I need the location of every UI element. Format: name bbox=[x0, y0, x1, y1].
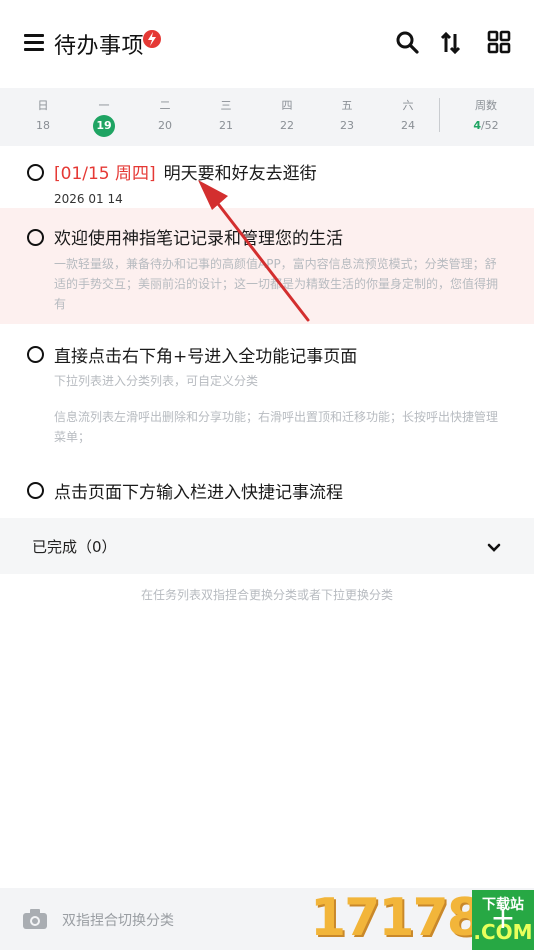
weekday-label: 二 bbox=[159, 99, 171, 112]
task-checkbox[interactable] bbox=[27, 482, 44, 499]
day-number: 22 bbox=[280, 119, 294, 132]
menu-icon[interactable] bbox=[24, 34, 44, 52]
hint-text: 在任务列表双指捏合更换分类或者下拉更换分类 bbox=[140, 588, 393, 602]
task-due-date: [01/15 周四] bbox=[54, 164, 156, 184]
weekday-label: 四 bbox=[281, 99, 293, 112]
weekday-label: 五 bbox=[341, 99, 353, 112]
day-cell-today[interactable]: 一 19 bbox=[84, 88, 124, 146]
search-icon[interactable] bbox=[395, 30, 421, 56]
grid-icon[interactable] bbox=[487, 30, 513, 56]
completed-section[interactable]: 已完成（0） bbox=[0, 518, 534, 574]
day-cell[interactable]: 日 18 bbox=[23, 88, 63, 146]
add-button[interactable]: + bbox=[486, 902, 520, 936]
flash-badge-icon bbox=[143, 30, 161, 48]
week-number-value: 4/52 bbox=[473, 119, 499, 132]
task-checkbox[interactable] bbox=[27, 346, 44, 363]
day-cell[interactable]: 五 23 bbox=[327, 88, 367, 146]
weekday-label: 三 bbox=[220, 99, 232, 112]
sort-icon[interactable] bbox=[438, 30, 464, 56]
divider bbox=[439, 98, 440, 132]
camera-icon[interactable] bbox=[22, 908, 48, 934]
task-title: 点击页面下方输入栏进入快捷记事流程 bbox=[54, 483, 343, 503]
task-title: 直接点击右下角+号进入全功能记事页面 bbox=[54, 347, 358, 367]
weekday-label: 日 bbox=[37, 99, 49, 112]
completed-label: 已完成（0） bbox=[32, 538, 117, 556]
day-cell[interactable]: 二 20 bbox=[145, 88, 185, 146]
annotation-arrow-icon bbox=[198, 180, 310, 322]
day-cell[interactable]: 六 24 bbox=[388, 88, 428, 146]
week-number[interactable]: 周数 4/52 bbox=[458, 88, 514, 146]
day-number: 21 bbox=[219, 119, 233, 132]
weekday-label: 一 bbox=[98, 99, 110, 112]
week-strip: 日 18 一 19 二 20 三 21 四 22 五 23 六 24 周数 4/… bbox=[0, 88, 534, 146]
week-number-label: 周数 bbox=[475, 99, 497, 112]
app-header: 待办事项 bbox=[0, 0, 534, 88]
day-cell[interactable]: 三 21 bbox=[206, 88, 246, 146]
chevron-down-icon[interactable] bbox=[487, 538, 501, 557]
task-checkbox[interactable] bbox=[27, 164, 44, 181]
day-cell[interactable]: 四 22 bbox=[267, 88, 307, 146]
task-item[interactable]: 点击页面下方输入栏进入快捷记事流程 bbox=[0, 462, 534, 514]
day-number: 18 bbox=[36, 119, 50, 132]
day-number: 20 bbox=[158, 119, 172, 132]
page-title[interactable]: 待办事项 bbox=[54, 28, 144, 60]
quick-input-placeholder[interactable]: 双指捏合切换分类 bbox=[62, 910, 174, 930]
task-item[interactable]: 直接点击右下角+号进入全功能记事页面 下拉列表进入分类列表，可自定义分类 信息流… bbox=[0, 324, 534, 454]
weekday-label: 六 bbox=[402, 99, 414, 112]
day-number: 23 bbox=[340, 119, 354, 132]
task-date: 2026 01 14 bbox=[54, 192, 123, 206]
day-number: 19 bbox=[93, 115, 115, 137]
task-checkbox[interactable] bbox=[27, 229, 44, 246]
task-description: 信息流列表左滑呼出删除和分享功能；右滑呼出置顶和迁移功能；长按呼出快捷管理菜单； bbox=[54, 410, 499, 444]
task-description: 下拉列表进入分类列表，可自定义分类 bbox=[54, 374, 259, 388]
day-number: 24 bbox=[401, 119, 415, 132]
watermark-number: 17178 bbox=[310, 888, 483, 948]
